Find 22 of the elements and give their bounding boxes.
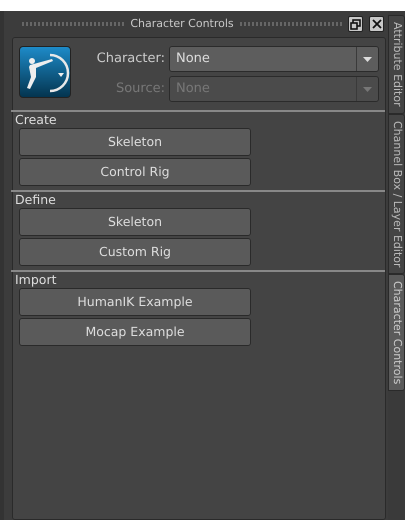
action-button[interactable]: Mocap Example: [19, 318, 251, 346]
section-title: Define: [15, 192, 57, 208]
action-button[interactable]: Control Rig: [19, 158, 251, 186]
section-title: Import: [15, 272, 58, 288]
close-icon: [372, 19, 382, 29]
section-title: Create: [15, 112, 58, 128]
dropdown-field[interactable]: None: [169, 46, 379, 72]
dropdown-arrow-icon: [363, 86, 372, 92]
dropdown-arrow-icon: [363, 56, 372, 62]
side-tab[interactable]: Channel Box / Layer Editor: [388, 114, 405, 274]
action-button[interactable]: HumanIK Example: [19, 288, 251, 316]
character-menu-button[interactable]: [19, 46, 71, 98]
side-tab[interactable]: Attribute Editor: [388, 15, 405, 114]
action-button[interactable]: Skeleton: [19, 128, 251, 156]
side-tab[interactable]: Character Controls: [388, 274, 405, 392]
action-button[interactable]: Skeleton: [19, 208, 251, 236]
float-icon: [350, 18, 362, 30]
close-button[interactable]: [369, 16, 384, 32]
field-label: Character:: [96, 50, 165, 68]
float-button[interactable]: [348, 16, 364, 32]
action-button[interactable]: Custom Rig: [19, 238, 251, 266]
panel-title: Character Controls: [130, 16, 234, 32]
